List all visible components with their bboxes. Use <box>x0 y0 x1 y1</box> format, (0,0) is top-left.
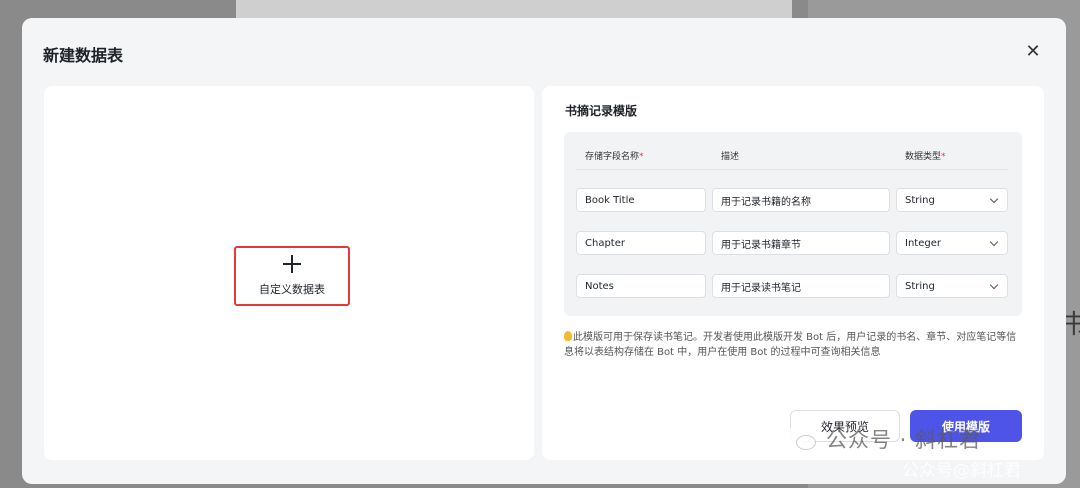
background-page-strip <box>236 0 792 18</box>
lightbulb-icon <box>564 331 572 341</box>
template-panel: 书摘记录模版 存储字段名称* 描述 数据类型* Book Title 用于记录书… <box>542 86 1044 460</box>
required-mark: * <box>639 152 644 162</box>
plus-icon <box>283 255 301 273</box>
field-desc-input[interactable]: 用于记录读书笔记 <box>712 274 890 298</box>
chevron-down-icon <box>989 237 999 246</box>
field-type-select[interactable]: Integer <box>896 231 1008 255</box>
wechat-icon <box>780 426 818 452</box>
modal-title: 新建数据表 <box>43 46 124 65</box>
new-table-modal: 新建数据表 ✕ 自定义数据表 书摘记录模版 存储字段名称* 描述 数据类型* B… <box>22 18 1066 484</box>
field-type-select[interactable]: String <box>896 274 1008 298</box>
field-type-select[interactable]: String <box>896 188 1008 212</box>
custom-table-button[interactable]: 自定义数据表 <box>234 246 350 306</box>
chevron-down-icon <box>989 280 999 289</box>
close-icon: ✕ <box>1025 40 1041 62</box>
chevron-down-icon <box>989 194 999 203</box>
header-data-type: 数据类型* <box>905 152 946 162</box>
required-mark: * <box>941 152 946 162</box>
close-button[interactable]: ✕ <box>1022 40 1044 62</box>
template-table: 存储字段名称* 描述 数据类型* Book Title 用于记录书籍的名称 St… <box>564 132 1022 316</box>
template-description: 此模版可用于保存读书笔记。开发者使用此模版开发 Bot 后，用户记录的书名、章节… <box>564 331 1017 358</box>
header-description: 描述 <box>721 152 740 162</box>
field-name-input[interactable]: Notes <box>576 274 706 298</box>
watermark-main: 公众号 · 斜杠君 <box>826 428 982 452</box>
watermark: 公众号 · 斜杠君 <box>780 424 981 454</box>
custom-table-label: 自定义数据表 <box>259 283 325 296</box>
watermark-sub: 公众号@斜杠君 <box>902 461 1021 481</box>
template-title: 书摘记录模版 <box>565 104 638 118</box>
field-desc-input[interactable]: 用于记录书籍的名称 <box>712 188 890 212</box>
header-divider <box>576 169 1008 170</box>
field-name-input[interactable]: Chapter <box>576 231 706 255</box>
custom-table-panel: 自定义数据表 <box>44 86 534 460</box>
field-desc-input[interactable]: 用于记录书籍章节 <box>712 231 890 255</box>
header-field-name: 存储字段名称* <box>585 152 644 162</box>
field-name-input[interactable]: Book Title <box>576 188 706 212</box>
